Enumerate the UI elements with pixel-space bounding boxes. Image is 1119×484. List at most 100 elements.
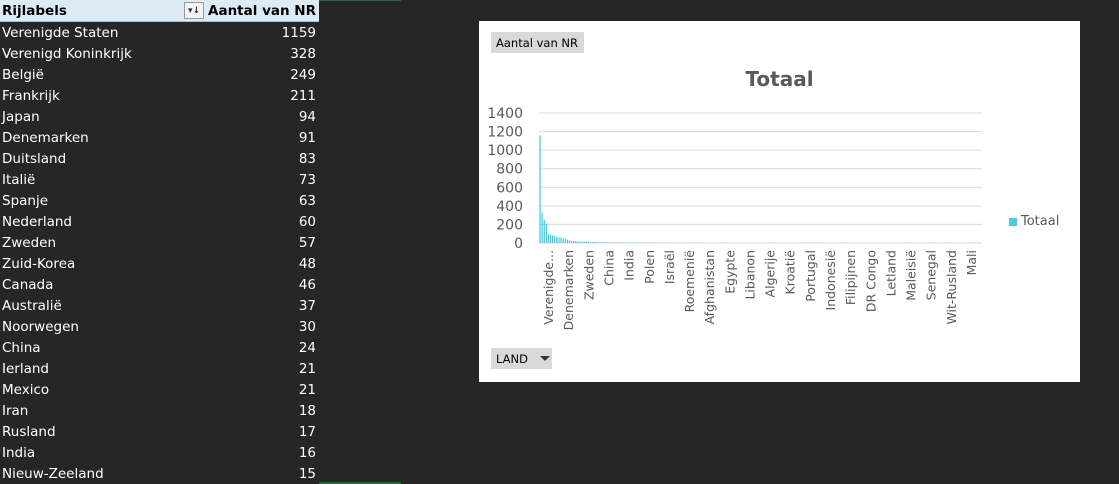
pivot-row[interactable]: Spanje 63 bbox=[0, 190, 319, 211]
bar bbox=[591, 241, 594, 243]
pivot-table: Rijlabels ▾↓ Aantal van NR Verenigde Sta… bbox=[0, 0, 319, 484]
sort-filter-icon[interactable]: ▾↓ bbox=[184, 2, 204, 19]
y-tick-label: 400 bbox=[496, 199, 523, 215]
x-tick-label: Portugal bbox=[803, 250, 818, 302]
pivot-chart[interactable]: Aantal van NR Totaal 0 200 400 600 800 1000 12… bbox=[479, 21, 1080, 382]
bar bbox=[587, 241, 589, 243]
axis-field-button-label: LAND bbox=[496, 351, 528, 366]
pivot-row[interactable]: China 24 bbox=[0, 337, 319, 358]
x-tick-label: Verenigde... bbox=[541, 250, 556, 325]
row-value: 18 bbox=[298, 402, 316, 419]
pivot-row[interactable]: Denemarken 91 bbox=[0, 127, 319, 148]
legend-label: Totaal bbox=[1021, 214, 1060, 229]
row-label: Italië bbox=[2, 171, 36, 188]
pivot-row[interactable]: Nederland 60 bbox=[0, 211, 319, 232]
x-tick-label: Maleisië bbox=[904, 250, 919, 301]
row-label: Australië bbox=[2, 297, 62, 314]
value-field-header[interactable]: Aantal van NR bbox=[207, 3, 319, 19]
sheet-divider-top bbox=[319, 0, 401, 1]
row-label: Ierland bbox=[2, 360, 49, 377]
pivot-row[interactable]: België 249 bbox=[0, 64, 319, 85]
row-label: Spanje bbox=[2, 192, 49, 209]
x-tick-label: Filipijnen bbox=[843, 250, 858, 305]
bar bbox=[562, 238, 564, 243]
bar bbox=[549, 234, 552, 243]
row-value: 328 bbox=[290, 45, 316, 62]
bar bbox=[543, 219, 545, 243]
pivot-row[interactable]: India 16 bbox=[0, 442, 319, 463]
axis-field-button[interactable]: LAND bbox=[491, 348, 552, 369]
x-tick-label: Senegal bbox=[924, 250, 939, 300]
pivot-row[interactable]: Iran 18 bbox=[0, 400, 319, 421]
x-tick-label: Denemarken bbox=[561, 250, 576, 330]
x-tick-label: Afghanistan bbox=[702, 250, 717, 324]
row-label: Japan bbox=[2, 108, 40, 125]
row-label: Mexico bbox=[2, 381, 50, 398]
pivot-row[interactable]: Noorwegen 30 bbox=[0, 316, 319, 337]
x-tick-label: Mali bbox=[964, 250, 979, 275]
bar bbox=[570, 240, 573, 243]
bar bbox=[545, 223, 547, 243]
pivot-row[interactable]: Mexico 21 bbox=[0, 379, 319, 400]
bar bbox=[575, 241, 577, 243]
bar bbox=[598, 242, 600, 243]
x-tick-label: DR Congo bbox=[863, 250, 878, 312]
pivot-row[interactable]: Nieuw-Zeeland 15 bbox=[0, 463, 319, 484]
bar bbox=[577, 241, 579, 243]
row-value: 21 bbox=[298, 360, 316, 377]
bar bbox=[581, 241, 583, 243]
row-label: Nederland bbox=[2, 213, 72, 230]
pivot-row[interactable]: Zuid-Korea 48 bbox=[0, 253, 319, 274]
bar bbox=[606, 242, 608, 243]
bar bbox=[589, 241, 592, 243]
pivot-row[interactable]: Rusland 17 bbox=[0, 421, 319, 442]
dropdown-arrow-icon[interactable] bbox=[540, 356, 550, 361]
row-label: Zuid-Korea bbox=[2, 255, 76, 272]
row-value: 1159 bbox=[281, 24, 316, 41]
row-label: Rusland bbox=[2, 423, 56, 440]
pivot-row[interactable]: Verenigd Koninkrijk 328 bbox=[0, 43, 319, 64]
bar bbox=[583, 241, 585, 243]
pivot-row[interactable]: Frankrijk 211 bbox=[0, 85, 319, 106]
row-value: 63 bbox=[298, 192, 316, 209]
row-label: Noorwegen bbox=[2, 318, 79, 335]
pivot-row[interactable]: Canada 46 bbox=[0, 274, 319, 295]
y-tick-label: 600 bbox=[496, 180, 523, 196]
x-tick-label: Wit-Rusland bbox=[944, 250, 959, 325]
row-value: 17 bbox=[298, 423, 316, 440]
row-value: 48 bbox=[298, 255, 316, 272]
row-label: India bbox=[2, 444, 36, 461]
x-tick-label: Algerije bbox=[763, 250, 778, 298]
bar bbox=[600, 242, 602, 243]
pivot-row[interactable]: Duitsland 83 bbox=[0, 148, 319, 169]
legend-swatch bbox=[1009, 217, 1017, 226]
pivot-row[interactable]: Italië 73 bbox=[0, 169, 319, 190]
x-tick-label: Letland bbox=[883, 250, 898, 296]
pivot-row[interactable]: Verenigde Staten 1159 bbox=[0, 22, 319, 43]
row-value: 15 bbox=[298, 465, 316, 482]
bar bbox=[612, 242, 615, 243]
pivot-row[interactable]: Japan 94 bbox=[0, 106, 319, 127]
bar bbox=[558, 237, 560, 243]
pivot-row[interactable]: Ierland 21 bbox=[0, 358, 319, 379]
row-value: 24 bbox=[298, 339, 316, 356]
row-value: 73 bbox=[298, 171, 316, 188]
pivot-rows: Verenigde Staten 1159 Verenigd Koninkrijk 3… bbox=[0, 22, 319, 484]
row-value: 83 bbox=[298, 150, 316, 167]
x-tick-label: Kroatië bbox=[783, 250, 798, 295]
row-label: Verenigde Staten bbox=[2, 24, 119, 41]
x-tick-label: Roemenië bbox=[682, 250, 697, 313]
row-label: Duitsland bbox=[2, 150, 67, 167]
pivot-row[interactable]: Zweden 57 bbox=[0, 232, 319, 253]
row-value: 16 bbox=[298, 444, 316, 461]
row-labels-header[interactable]: Rijlabels bbox=[0, 3, 184, 19]
y-tick-label: 1000 bbox=[487, 143, 523, 159]
bar bbox=[615, 242, 617, 243]
y-tick-label: 200 bbox=[496, 217, 523, 233]
row-value: 21 bbox=[298, 381, 316, 398]
chart-legend: Totaal bbox=[1009, 214, 1059, 229]
y-tick-label: 1200 bbox=[487, 125, 523, 141]
pivot-row[interactable]: Australië 37 bbox=[0, 295, 319, 316]
bar bbox=[579, 241, 581, 243]
row-label: Canada bbox=[2, 276, 54, 293]
